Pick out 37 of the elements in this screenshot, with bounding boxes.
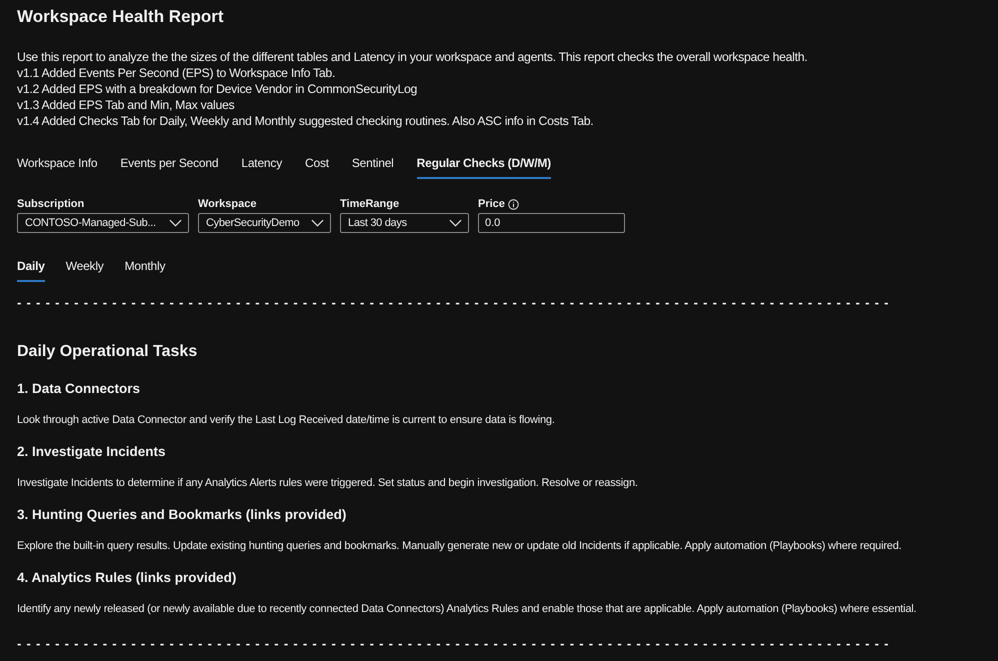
description-line: v1.3 Added EPS Tab and Min, Max values [17, 97, 236, 113]
task-heading: 2. Investigate Incidents [17, 443, 167, 461]
parameter-label: Subscription [17, 197, 84, 211]
parameter-label: Price [478, 197, 505, 211]
price-field[interactable]: 0.0 [478, 213, 625, 233]
task-heading: 4. Analytics Rules (links provided) [17, 569, 238, 587]
section-heading: Daily Operational Tasks [17, 342, 198, 362]
task-description: Explore the built-in query results. Update existing hunting queries and bookmarks. Manually generate new or update old Incidents if applicable. Apply automation (Playbooks) where required. [17, 539, 902, 553]
task-description: Look through active Data Connector and verify the Last Log Received date/time is current to ensure data is flowing. [17, 413, 556, 427]
chevron-icon [449, 219, 462, 227]
tab[interactable]: Workspace Info [17, 154, 98, 179]
tab[interactable]: Monthly [124, 257, 166, 282]
description-line: Use this report to analyze the the sizes of the different tables and Latency in your workspace and agents. This report checks the overall workspace health. [17, 49, 808, 65]
task-heading: 1. Data Connectors [17, 380, 142, 398]
tab[interactable]: Cost [305, 154, 329, 179]
tab[interactable]: Daily [17, 257, 45, 282]
dropdown[interactable]: Last 30 days [340, 213, 469, 233]
chevron-icon [169, 219, 182, 227]
dashed-divider: -------------------------------------------------------------------------------------------- [17, 295, 894, 311]
dropdown[interactable]: CyberSecurityDemo [198, 213, 331, 233]
tab[interactable]: Sentinel [352, 154, 394, 179]
tab[interactable]: Events per Second [120, 154, 218, 179]
dashed-divider: -------------------------------------------------------------------------------------------- [17, 636, 894, 652]
chevron-icon [311, 219, 324, 227]
description-line: v1.4 Added Checks Tab for Daily, Weekly and Monthly suggested checking routines. Also ASC info in Costs Tab. [17, 113, 594, 129]
description-line: v1.1 Added Events Per Second (EPS) to Workspace Info Tab. [17, 65, 336, 81]
report-title: Workspace Health Report [17, 6, 225, 28]
tab[interactable]: Regular Checks (D/W/M) [416, 154, 551, 179]
task-heading: 3. Hunting Queries and Bookmarks (links provided) [17, 506, 348, 524]
description-line: v1.2 Added EPS with a breakdown for Device Vendor in CommonSecurityLog [17, 81, 418, 97]
parameter-label: TimeRange [340, 197, 400, 211]
parameter-label: Workspace [198, 197, 256, 211]
task-description: Investigate Incidents to determine if any Analytics Alerts rules were triggered. Set status and begin investigation. Resolve or reassign. [17, 476, 639, 490]
task-description: Identify any newly released (or newly available due to recently connected Data Connectors) Analytics Rules and enable those that are applicable. Apply automation (Playbooks) where essential. [17, 602, 918, 616]
dropdown[interactable]: CONTOSO-Managed-Sub... [17, 213, 189, 233]
tab[interactable]: Latency [241, 154, 282, 179]
tab[interactable]: Weekly [66, 257, 104, 282]
